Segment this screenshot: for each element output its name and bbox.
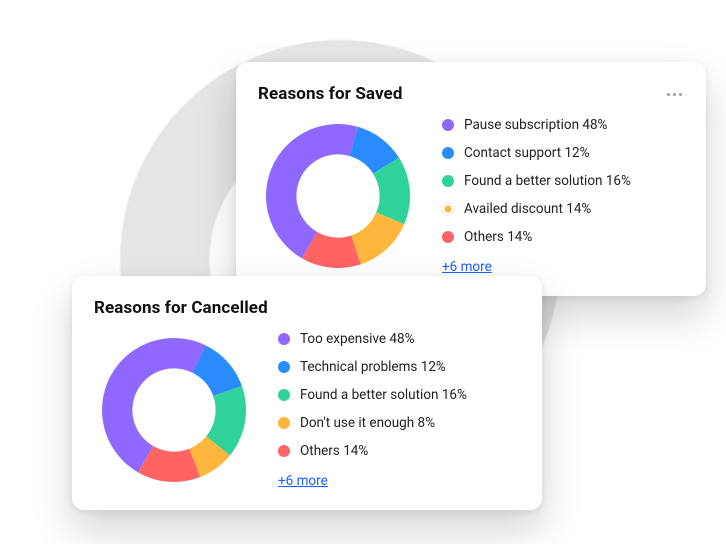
- legend-label: Technical problems 12%: [300, 359, 446, 375]
- legend-row: Availed discount 14%: [442, 201, 631, 217]
- card-body: Pause subscription 48% Contact support 12…: [258, 116, 684, 276]
- legend-dot: [442, 147, 454, 159]
- legend-row: Too expensive 48%: [278, 331, 467, 347]
- legend-row: Others 14%: [442, 229, 631, 245]
- legend-label: Too expensive 48%: [300, 331, 414, 347]
- legend-saved: Pause subscription 48% Contact support 12…: [442, 117, 631, 275]
- legend-label: Don't use it enough 8%: [300, 415, 435, 431]
- legend-dot: [278, 389, 290, 401]
- donut-saved: [258, 116, 418, 276]
- legend-label: Found a better solution 16%: [464, 173, 631, 189]
- card-title: Reasons for Saved: [258, 84, 403, 104]
- legend-label: Contact support 12%: [464, 145, 590, 161]
- card-saved: Reasons for Saved Pause subscription 48%…: [236, 62, 706, 296]
- legend-label: Others 14%: [464, 229, 532, 245]
- card-body: Too expensive 48% Technical problems 12% F…: [94, 330, 520, 490]
- card-cancelled: Reasons for Cancelled Too expensive 48%T…: [72, 276, 542, 510]
- legend-dot: [442, 175, 454, 187]
- legend-row: Technical problems 12%: [278, 359, 467, 375]
- legend-dot: [278, 361, 290, 373]
- more-link[interactable]: +6 more: [278, 473, 467, 489]
- legend-dot: [442, 119, 454, 131]
- more-link[interactable]: +6 more: [442, 259, 631, 275]
- card-header: Reasons for Cancelled: [94, 298, 520, 318]
- card-header: Reasons for Saved: [258, 84, 684, 104]
- legend-row: Found a better solution 16%: [278, 387, 467, 403]
- card-title: Reasons for Cancelled: [94, 298, 268, 318]
- legend-row: Contact support 12%: [442, 145, 631, 161]
- legend-label: Others 14%: [300, 443, 368, 459]
- donut-cancelled: [94, 330, 254, 490]
- legend-dot: [442, 231, 454, 243]
- legend-dot: [278, 445, 290, 457]
- more-icon[interactable]: [664, 84, 684, 104]
- stage: Reasons for Saved Pause subscription 48%…: [0, 0, 726, 544]
- legend-row: Found a better solution 16%: [442, 173, 631, 189]
- legend-label: Found a better solution 16%: [300, 387, 467, 403]
- legend-dot: [442, 203, 454, 215]
- legend-row: Pause subscription 48%: [442, 117, 631, 133]
- legend-label: Availed discount 14%: [464, 201, 591, 217]
- legend-label: Pause subscription 48%: [464, 117, 607, 133]
- legend-row: Don't use it enough 8%: [278, 415, 467, 431]
- legend-row: Others 14%: [278, 443, 467, 459]
- legend-cancelled: Too expensive 48% Technical problems 12% F…: [278, 331, 467, 489]
- legend-dot: [278, 333, 290, 345]
- legend-dot: [278, 417, 290, 429]
